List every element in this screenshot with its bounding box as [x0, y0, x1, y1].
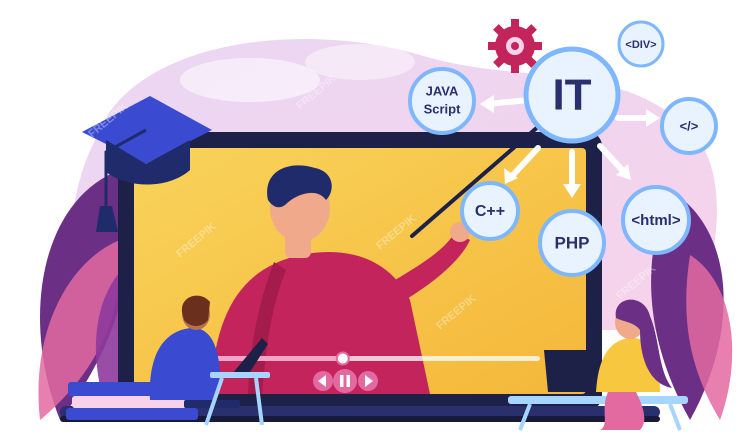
gear-icon — [488, 19, 542, 73]
rewind-button[interactable] — [313, 371, 333, 391]
topic-node-cpp: C++ — [460, 181, 520, 241]
topic-node-javascript: JAVA Script — [408, 67, 476, 135]
javascript-label-line2: Script — [424, 101, 462, 116]
div-label: <DIV> — [625, 39, 656, 51]
forward-button[interactable] — [358, 371, 378, 391]
php-label: PHP — [555, 233, 590, 252]
topic-node-html: <html> — [621, 185, 691, 255]
topic-node-php: PHP — [538, 209, 606, 277]
pause-button[interactable] — [333, 369, 357, 393]
it-hub-label: IT — [552, 71, 591, 120]
html-label: <html> — [631, 212, 680, 229]
video-progress-fill — [200, 356, 343, 361]
javascript-label-line1: JAVA — [426, 83, 459, 98]
topic-node-div: <DIV> — [617, 20, 665, 68]
topic-node-closing-tag: </> — [660, 97, 718, 155]
closing-tag-label: </> — [680, 118, 699, 133]
it-course-illustration: JAVA Script <DIV> </> C++ PHP <html> IT — [38, 19, 733, 431]
cpp-label: C++ — [475, 203, 505, 220]
it-hub-node: IT — [523, 46, 621, 144]
video-progress-knob[interactable] — [335, 351, 350, 366]
